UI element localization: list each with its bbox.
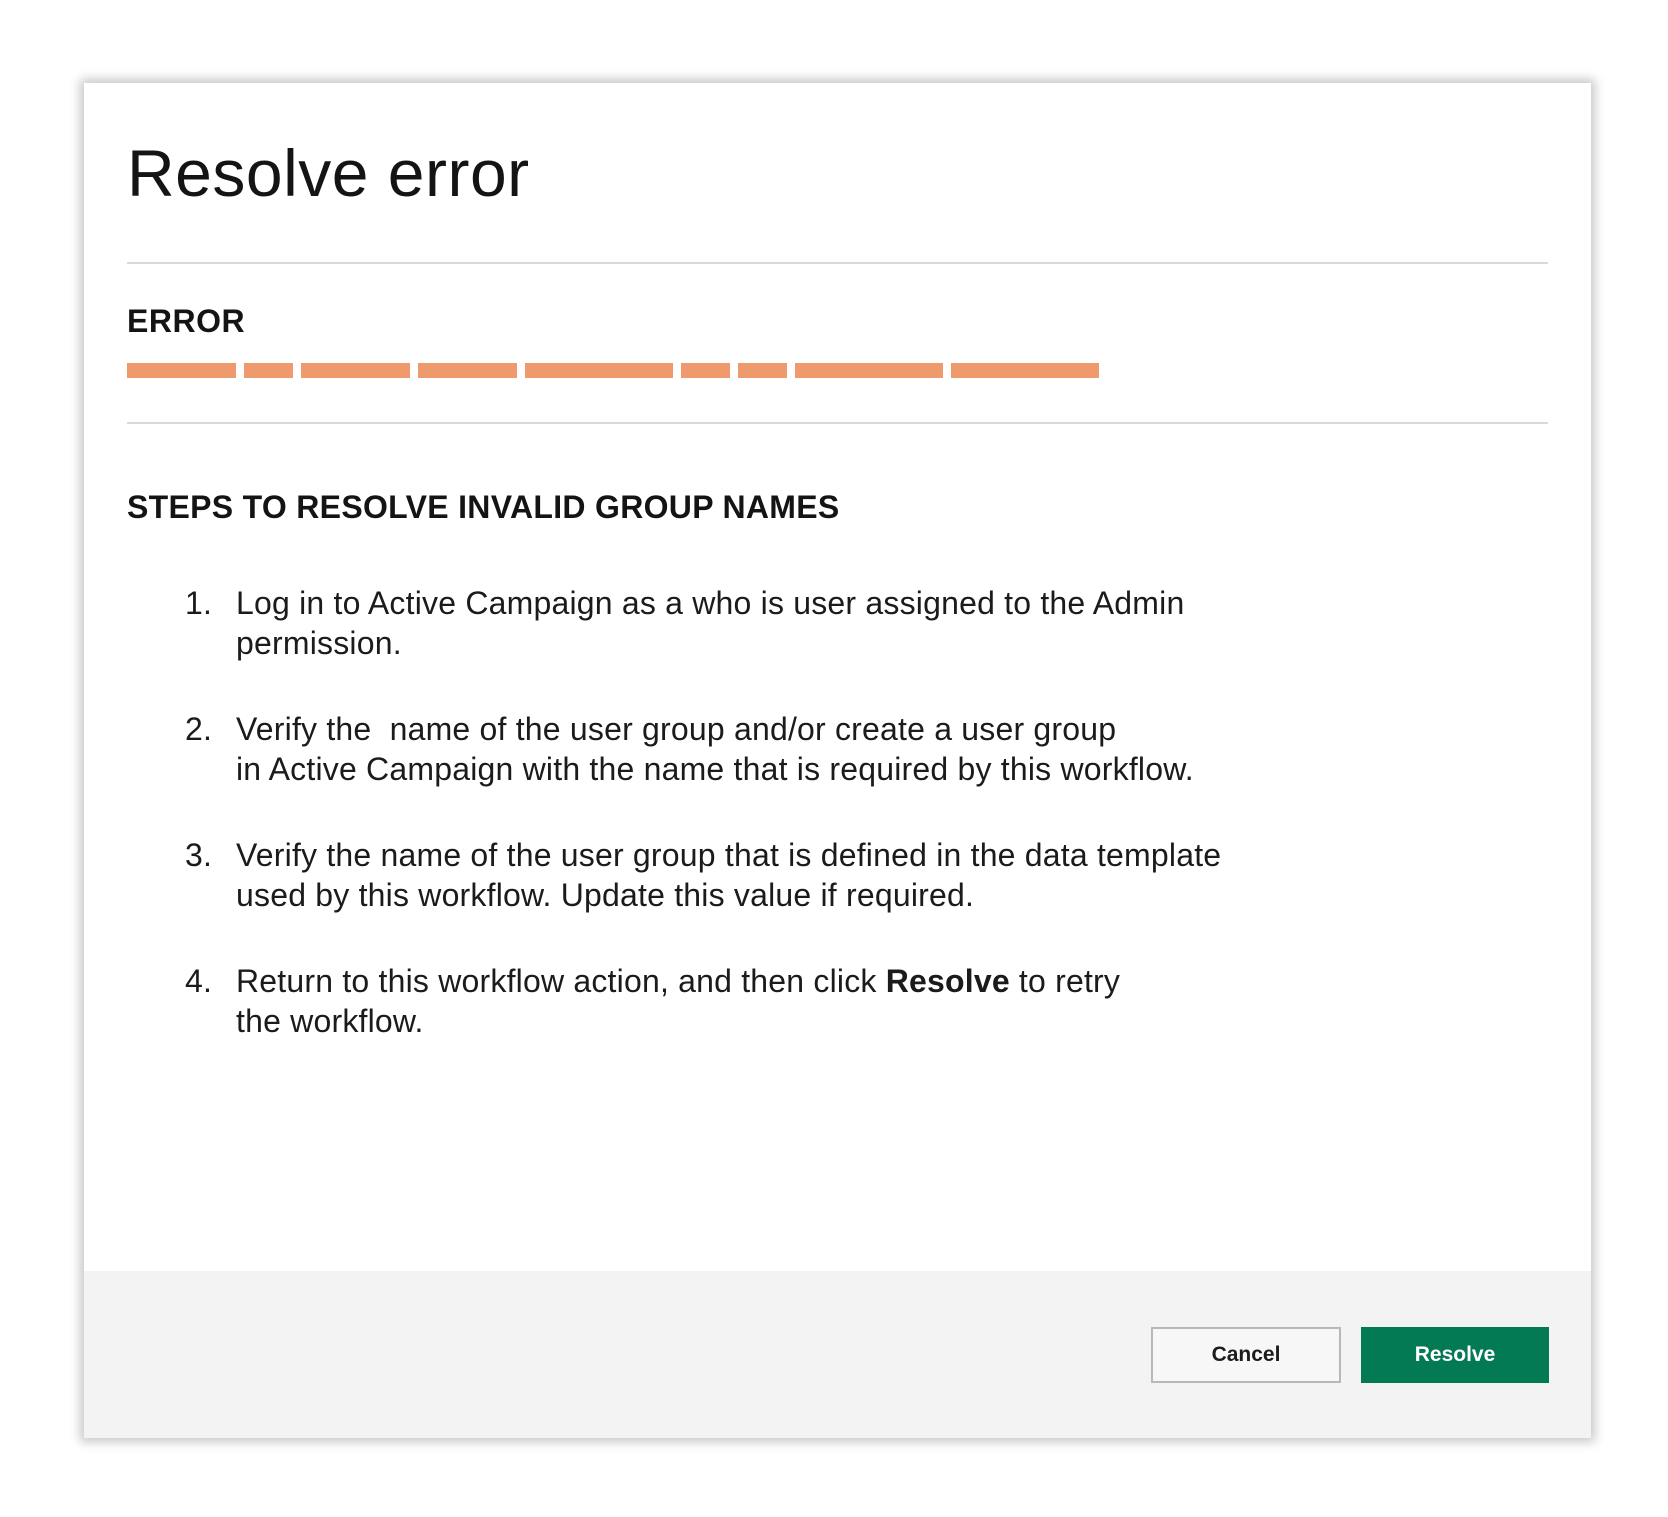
- steps-list: 1. Log in to Active Campaign as a who is…: [185, 583, 1485, 1087]
- step-number: 4.: [185, 963, 213, 999]
- redacted-segment: [738, 363, 787, 378]
- redacted-segment: [127, 363, 236, 378]
- resolve-error-dialog: Resolve error ERROR STEPS TO RESOLVE INV…: [84, 83, 1591, 1438]
- step-line-pre: Return to this workflow action, and then…: [236, 963, 886, 999]
- step-item: 1. Log in to Active Campaign as a who is…: [185, 583, 1485, 663]
- step-number: 3.: [185, 837, 213, 873]
- step-text: Return to this workflow action, and then…: [236, 961, 1485, 1041]
- error-message-redacted: [127, 363, 1099, 378]
- steps-heading: STEPS TO RESOLVE INVALID GROUP NAMES: [127, 489, 840, 525]
- step-line: the workflow.: [236, 1003, 424, 1039]
- step-line: used by this workflow. Update this value…: [236, 877, 975, 913]
- dialog-footer: Cancel Resolve: [84, 1271, 1591, 1438]
- redacted-segment: [301, 363, 410, 378]
- redacted-segment: [418, 363, 517, 378]
- step-line: Log in to Active Campaign as a who is us…: [236, 585, 1185, 621]
- redacted-segment: [681, 363, 730, 378]
- step-number: 2.: [185, 711, 213, 747]
- dialog-title: Resolve error: [127, 136, 530, 210]
- step-text: Verify the name of the user group that i…: [236, 835, 1485, 915]
- error-heading: ERROR: [127, 303, 246, 339]
- step-line: Verify the name of the user group that i…: [236, 837, 1222, 873]
- step-number: 1.: [185, 585, 213, 621]
- resolve-button[interactable]: Resolve: [1361, 1327, 1549, 1383]
- step-line: permission.: [236, 625, 402, 661]
- resolve-emphasis: Resolve: [885, 963, 1010, 999]
- cancel-button[interactable]: Cancel: [1151, 1327, 1341, 1383]
- step-text: Log in to Active Campaign as a who is us…: [236, 583, 1485, 663]
- redacted-segment: [795, 363, 943, 378]
- divider: [127, 262, 1548, 264]
- step-item: 4. Return to this workflow action, and t…: [185, 961, 1485, 1041]
- redacted-segment: [244, 363, 293, 378]
- redacted-segment: [951, 363, 1099, 378]
- step-line: Verify the name of the user group and/or…: [236, 711, 1117, 747]
- step-line-post: to retry: [1009, 963, 1121, 999]
- step-line: in Active Campaign with the name that is…: [236, 751, 1194, 787]
- step-item: 2. Verify the name of the user group and…: [185, 709, 1485, 789]
- divider: [127, 422, 1548, 424]
- step-item: 3. Verify the name of the user group tha…: [185, 835, 1485, 915]
- step-text: Verify the name of the user group and/or…: [236, 709, 1485, 789]
- redacted-segment: [525, 363, 673, 378]
